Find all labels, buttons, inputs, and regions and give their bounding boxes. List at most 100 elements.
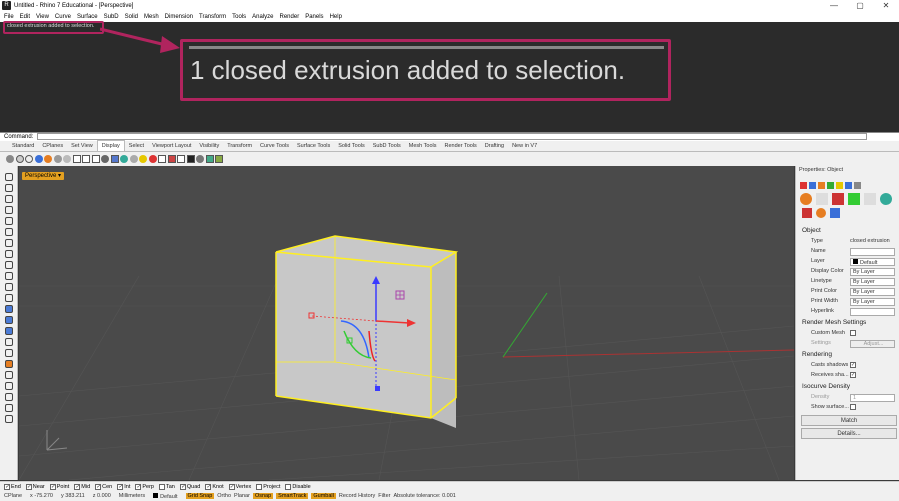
mesh-icon[interactable] <box>5 338 13 346</box>
offset-curve-icon[interactable] <box>5 283 13 291</box>
toggle-planar[interactable]: Planar <box>234 493 250 499</box>
osnap-disable-checkbox[interactable] <box>285 483 292 490</box>
osnap-end-checkbox[interactable]: ✓ <box>4 483 10 490</box>
osnap-quad-checkbox[interactable]: ✓ <box>179 483 186 490</box>
fillet-curves-icon[interactable] <box>5 272 13 280</box>
casts-shadows-checkbox[interactable]: ✓ <box>850 362 856 368</box>
prop-name-input[interactable] <box>850 247 895 256</box>
clipping-plane-icon[interactable] <box>196 155 204 163</box>
toggle-smarttrack[interactable]: SmartTrack <box>276 493 309 499</box>
menu-transform[interactable]: Transform <box>199 14 226 20</box>
toggle-grid-snap[interactable]: Grid Snap <box>185 493 215 499</box>
menu-mesh[interactable]: Mesh <box>144 14 159 20</box>
osnap-project[interactable]: Project <box>256 483 280 490</box>
menu-edit[interactable]: Edit <box>20 14 30 20</box>
menu-analyze[interactable]: Analyze <box>252 14 273 20</box>
annotation-display-icon[interactable] <box>148 155 157 163</box>
texture-page-icon[interactable] <box>848 193 860 205</box>
command-input[interactable] <box>37 133 868 140</box>
prop-layer-select[interactable]: Default <box>850 257 895 266</box>
tab-render-tools[interactable]: Render Tools <box>440 141 480 151</box>
match-button[interactable]: Match <box>801 415 897 426</box>
viewport-title-tab[interactable]: Perspective ▾ <box>22 172 65 180</box>
pen-view-icon[interactable] <box>72 155 81 163</box>
osnap-cen[interactable]: ✓ Cen <box>95 483 112 490</box>
prop-print-color-select[interactable]: By Layer <box>850 287 895 296</box>
osnap-project-checkbox[interactable] <box>256 483 263 490</box>
array-icon[interactable] <box>5 371 13 379</box>
osnap-vertex-checkbox[interactable]: ✓ <box>228 483 235 490</box>
transform-icon[interactable] <box>5 360 13 368</box>
ghosted-sphere-icon[interactable] <box>34 155 43 163</box>
tab-mesh-tools[interactable]: Mesh Tools <box>405 141 441 151</box>
shadow-page-icon[interactable] <box>880 193 892 205</box>
tab-subd-tools[interactable]: SubD Tools <box>369 141 405 151</box>
toggle-osnap[interactable]: Osnap <box>252 493 274 499</box>
tab-transform[interactable]: Transform <box>223 141 256 151</box>
prop-display-color-select[interactable]: By Layer <box>850 267 895 276</box>
osnap-tan-checkbox[interactable] <box>158 483 165 490</box>
tab-new-in-v7[interactable]: New in V7 <box>508 141 541 151</box>
perspective-viewport[interactable]: Perspective ▾ <box>19 166 794 480</box>
xray-sphere-icon[interactable] <box>44 155 52 163</box>
circle-icon[interactable] <box>5 217 13 225</box>
toggle-record-history[interactable]: Record History <box>339 493 375 499</box>
tab-viewport-layout[interactable]: Viewport Layout <box>148 141 195 151</box>
shaded-sphere-icon[interactable] <box>15 155 24 163</box>
environment-icon[interactable] <box>827 182 834 189</box>
snapshots-icon[interactable] <box>215 155 223 163</box>
dimension-icon[interactable] <box>5 382 13 390</box>
tab-surface-tools[interactable]: Surface Tools <box>293 141 334 151</box>
menu-solid[interactable]: Solid <box>125 14 138 20</box>
box-icon[interactable] <box>5 316 13 324</box>
tab-curve-tools[interactable]: Curve Tools <box>256 141 293 151</box>
curve-page-icon[interactable] <box>816 193 828 205</box>
tab-select[interactable]: Select <box>125 141 148 151</box>
osnap-disable[interactable]: Disable <box>285 483 311 490</box>
select-arrow-icon[interactable] <box>5 173 13 181</box>
attribute-page-icon[interactable] <box>802 208 812 218</box>
osnap-knot[interactable]: ✓ Knot <box>205 483 224 490</box>
osnap-point[interactable]: ✓ Point <box>49 483 69 490</box>
materials-icon[interactable] <box>818 182 825 189</box>
tab-visibility[interactable]: Visibility <box>195 141 223 151</box>
object-page-icon[interactable] <box>800 193 812 205</box>
edge-softening-icon[interactable] <box>816 208 826 218</box>
toggle-ortho[interactable]: Ortho <box>217 493 231 499</box>
osnap-cen-checkbox[interactable]: ✓ <box>95 483 102 490</box>
menu-help[interactable]: Help <box>330 14 342 20</box>
menu-dimension[interactable]: Dimension <box>165 14 193 20</box>
point-icon[interactable] <box>5 184 13 192</box>
tab-cplanes[interactable]: CPlanes <box>38 141 67 151</box>
osnap-quad[interactable]: ✓ Quad <box>179 483 200 490</box>
grid-display-icon[interactable] <box>158 155 166 163</box>
status-layer[interactable]: Default <box>153 492 178 500</box>
menu-view[interactable]: View <box>36 14 49 20</box>
named-views-icon[interactable] <box>205 155 214 163</box>
osnap-end[interactable]: ✓ End <box>4 483 21 490</box>
rectangle-icon[interactable] <box>5 250 13 258</box>
arc-icon[interactable] <box>5 228 13 236</box>
material-page-icon[interactable] <box>832 193 844 205</box>
curve-icon[interactable] <box>5 206 13 214</box>
object-props-icon[interactable] <box>800 182 807 189</box>
menu-render[interactable]: Render <box>280 14 300 20</box>
osnap-int-checkbox[interactable]: ✓ <box>117 483 124 490</box>
light-display-icon[interactable] <box>139 155 147 163</box>
osnap-tan[interactable]: Tan <box>158 483 175 490</box>
tab-set-view[interactable]: Set View <box>67 141 97 151</box>
help-icon[interactable] <box>854 182 861 189</box>
artistic-sphere-icon[interactable] <box>63 155 71 163</box>
details-button[interactable]: Details... <box>801 428 897 439</box>
screen-capture-icon[interactable] <box>186 155 195 163</box>
minimize-button[interactable]: — <box>821 0 847 11</box>
prop-linetype-select[interactable]: By Layer <box>850 277 895 286</box>
prop-print-width-select[interactable]: By Layer <box>850 297 895 306</box>
menu-surface[interactable]: Surface <box>77 14 98 20</box>
wireframe-sphere-icon[interactable] <box>6 155 14 163</box>
adjust-button[interactable]: Adjust... <box>850 339 895 348</box>
curve-display-icon[interactable] <box>120 155 128 163</box>
points-display-icon[interactable] <box>129 155 138 163</box>
raytraced-icon[interactable] <box>91 155 100 163</box>
extrude-icon[interactable] <box>5 305 13 313</box>
